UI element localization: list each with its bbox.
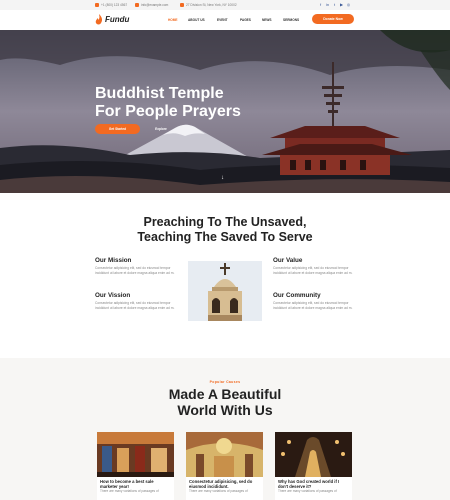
community-title: Our Community [273,292,321,299]
nav-event[interactable]: Event [217,18,228,22]
cause-image-1[interactable] [97,432,174,477]
about-section: Preaching To The Unsaved, Teaching The S… [0,193,450,358]
cause-title-1[interactable]: How to become a best sale marketer year! [97,477,174,489]
hero-title-line2: For People Prayers [95,103,241,120]
mail-icon [135,3,139,8]
causes-title: Made A Beautiful World With Us [0,386,450,418]
phone-icon [95,3,99,8]
causes-title-line2: World With Us [177,402,273,418]
value-title: Our Value [273,257,303,264]
vision-body: Consectetur adipisicing elit, sed do eiu… [95,301,175,310]
cause-title-3[interactable]: Why has God created world if I don't des… [275,477,352,489]
community-body: Consectetur adipisicing elit, sed do eiu… [273,301,353,310]
mission-title: Our Mission [95,257,132,264]
youtube-icon[interactable]: ▶ [339,2,344,7]
email-text[interactable]: info@example.com [141,3,168,7]
hero-banner: Buddhist Temple For People Prayers Get S… [0,30,450,193]
cause-body-1: There are many variations of passages of [100,489,159,493]
cause-image-3[interactable] [275,432,352,477]
about-title-line2: Teaching The Saved To Serve [137,229,313,244]
cause-body-2: There are many variations of passages of [189,489,248,493]
cause-title-2[interactable]: Consectetur adipisicing, sed do eiusmod … [186,477,263,489]
nav-sermons[interactable]: Sermons [283,18,299,22]
explore-button[interactable]: Explore [145,124,177,134]
phone-text: +1 (800) 123 4567 [101,3,128,7]
nav-pages[interactable]: Pages [240,18,251,22]
about-title: Preaching To The Unsaved, Teaching The S… [0,215,450,244]
phone-info: +1 (800) 123 4567 [95,3,128,8]
cause-body-3: There are many variations of passages of [278,489,337,493]
nav-news[interactable]: News [262,18,272,22]
logo-text[interactable]: Fundu [105,15,129,24]
main-nav: Fundu Home About Us Event Pages News Ser… [0,10,450,30]
address-text: 27 Division St, New York, NY 10002 [186,3,237,7]
causes-title-line1: Made A Beautiful [168,386,282,402]
about-title-line1: Preaching To The Unsaved, [143,215,307,229]
twitter-icon[interactable]: t [332,2,337,7]
hero-title-line1: Buddhist Temple [95,85,224,102]
top-bar: +1 (800) 123 4567 info@example.com 27 Di… [0,0,450,10]
address-info: 27 Division St, New York, NY 10002 [180,3,237,8]
hero-title: Buddhist Temple For People Prayers [95,85,241,121]
cause-card-1[interactable]: How to become a best sale marketer year!… [97,432,174,500]
value-body: Consectetur adipisicing elit, sed do eiu… [273,266,353,275]
instagram-icon[interactable]: ◎ [346,2,351,7]
cause-card-2[interactable]: Consectetur adipisicing, sed do eiusmod … [186,432,263,500]
flame-logo-icon[interactable] [95,14,103,25]
donate-button[interactable]: Donate Now [312,14,354,24]
facebook-icon[interactable]: f [318,2,323,7]
get-started-button[interactable]: Get Started [95,124,140,134]
scroll-down-icon[interactable]: ↓ [221,175,224,181]
mission-body: Consectetur adipisicing elit, sed do eiu… [95,266,175,275]
email-info[interactable]: info@example.com [135,3,168,8]
nav-about[interactable]: About Us [188,18,205,22]
cause-card-3[interactable]: Why has God created world if I don't des… [275,432,352,500]
causes-eyebrow: Popular Causes [209,380,241,384]
church-dome-image [188,261,262,321]
linkedin-icon[interactable]: in [325,2,330,7]
nav-home[interactable]: Home [168,18,178,22]
cause-image-2[interactable] [186,432,263,477]
vision-title: Our Vission [95,292,131,299]
location-icon [180,3,184,8]
